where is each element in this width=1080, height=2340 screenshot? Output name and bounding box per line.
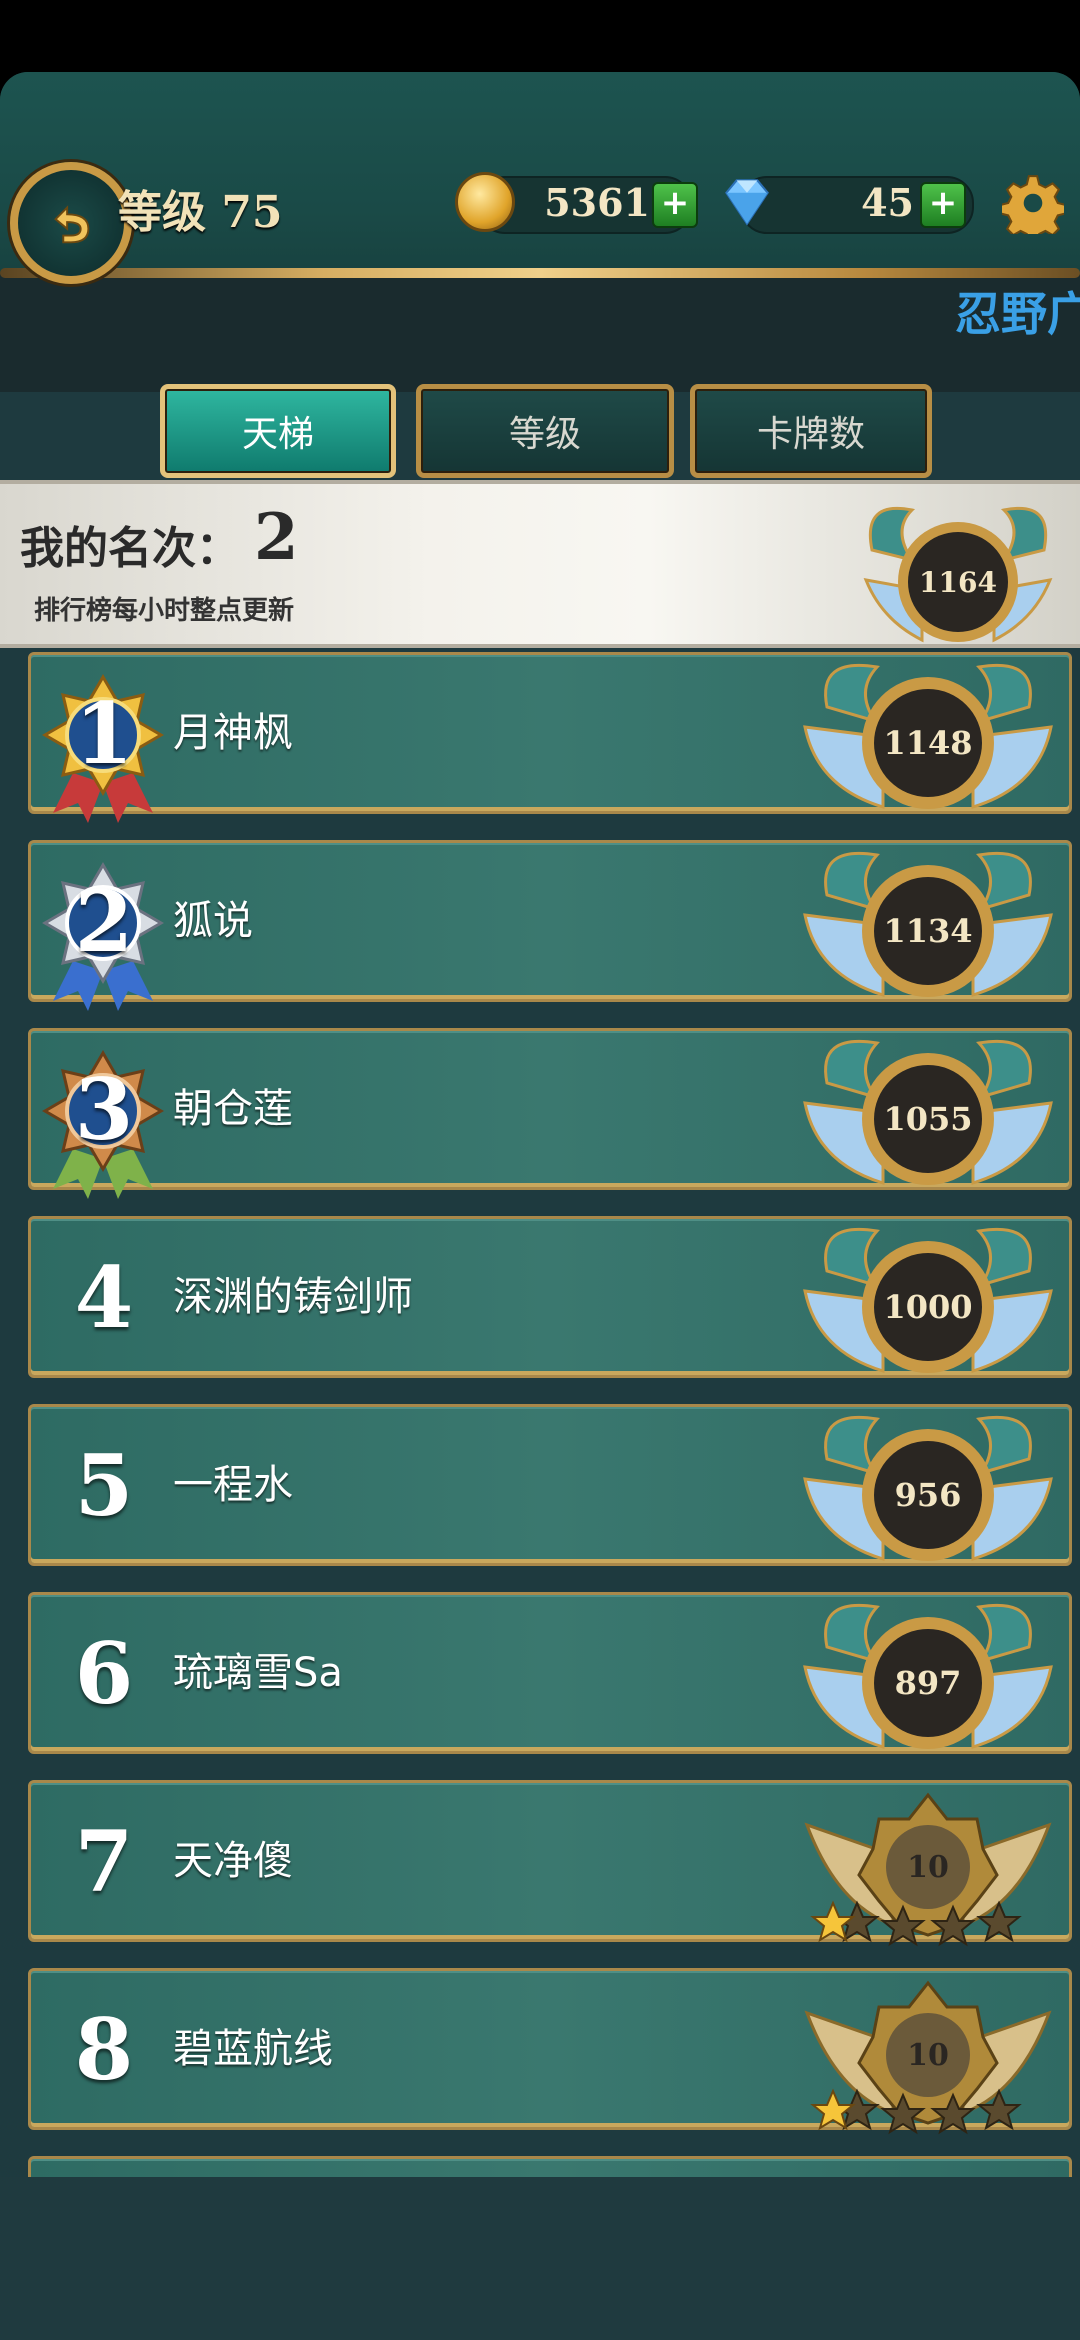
rank-number: 4 [74,1247,134,1347]
my-score-badge: 1164 [863,506,1053,643]
list-item[interactable]: 7 天净傻 10 [28,1780,1072,1947]
player-name: 狐说 [173,898,253,944]
scrolling-ticker: 忍野广 [955,287,1080,341]
list-item[interactable]: 2 狐说 1134 [28,840,1072,1011]
score: 1055 [883,1100,972,1138]
list-item[interactable]: 1 月神枫 1148 [28,652,1072,823]
score: 1000 [883,1288,972,1326]
rank-number: 8 [74,1999,134,2099]
coin-amount: 5361 [544,180,650,225]
rank-number: 3 [74,1059,134,1159]
winged-shield-badge: 1000 [803,1227,1053,1374]
back-button[interactable] [10,162,132,284]
winged-shield-badge: 897 [803,1603,1053,1750]
player-name: 一程水 [173,1462,293,1508]
winged-shield-badge: 1148 [803,663,1053,810]
add-gems-button[interactable]: + [920,182,966,228]
bottom-panel [0,2177,1080,2340]
list-item[interactable]: 3 朝仓莲 1055 [28,1028,1072,1199]
diamond-icon [725,179,769,226]
back-arrow-icon [54,205,90,244]
player-name: 深渊的铸剑师 [173,1274,413,1320]
tab-ladder[interactable]: 天梯 [160,384,396,478]
leaderboard-screen: 等级 75 5361 + 45 + 忍野广 天梯 等级 卡牌数 我的名次： 2 … [0,72,1080,2340]
list-item[interactable]: 6 琉璃雪Sa 897 [28,1592,1072,1754]
rank-number: 7 [74,1811,134,1911]
score: 1148 [883,724,972,762]
player-name: 朝仓莲 [173,1086,293,1132]
tab-card-count[interactable]: 卡牌数 [690,384,932,478]
player-name: 天净傻 [173,1838,293,1884]
winged-shield-badge: 956 [803,1415,1053,1562]
header-divider [0,268,1080,278]
list-item[interactable]: 5 一程水 956 [28,1404,1072,1566]
list-item[interactable]: 4 深渊的铸剑师 1000 [28,1216,1072,1378]
score: 897 [895,1664,962,1702]
header-strip [0,272,1080,392]
list-item[interactable]: 8 碧蓝航线 10 [28,1968,1072,2135]
rank-number: 2 [74,871,134,971]
update-note: 排行榜每小时整点更新 [34,596,295,626]
score: 956 [895,1476,962,1514]
winged-shield-badge: 1055 [803,1039,1053,1186]
add-coins-button[interactable]: + [652,182,698,228]
winged-shield-badge: 1134 [803,851,1053,998]
coin-icon [455,172,515,232]
player-name: 月神枫 [173,710,293,756]
gold-wing-star-badge: 10 [804,1792,1052,1947]
gold-wing-star-badge: 10 [804,1980,1052,2135]
score: 10 [907,2038,949,2073]
player-level: 等级 75 [118,187,283,238]
gem-amount: 45 [861,180,914,225]
score: 10 [907,1850,949,1885]
rank-number: 5 [74,1435,134,1535]
player-name: 琉璃雪Sa [173,1650,343,1696]
rank-number: 6 [74,1623,134,1723]
gear-icon[interactable] [1002,172,1064,234]
score: 1134 [883,912,972,950]
my-rank-label: 我的名次： [20,523,240,574]
tab-level[interactable]: 等级 [416,384,674,478]
rank-number: 1 [74,683,134,783]
player-name: 碧蓝航线 [173,2026,333,2072]
my-score: 1164 [919,566,997,599]
my-rank-value: 2 [254,500,299,575]
